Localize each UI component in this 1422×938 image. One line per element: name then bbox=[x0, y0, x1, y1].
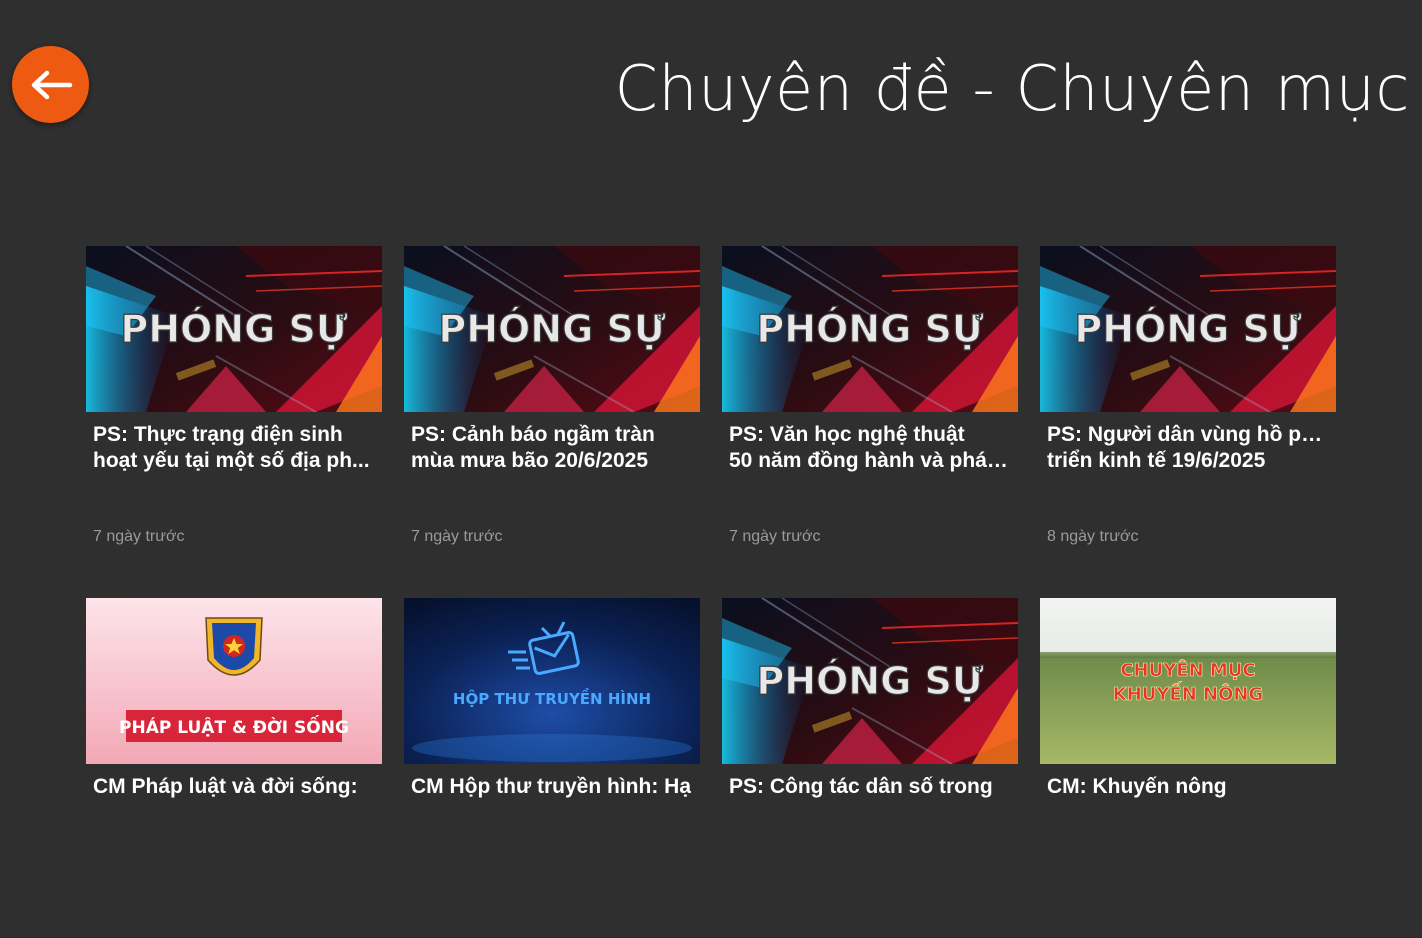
video-timestamp: 8 ngày trước bbox=[1047, 528, 1139, 545]
video-timestamp: 7 ngày trước bbox=[729, 528, 821, 545]
video-card[interactable]: PHÓNG SỰ PS: Người dân vùng hồ phát triể… bbox=[1040, 246, 1336, 586]
page-title: Chuyên đề - Chuyên mục bbox=[614, 52, 1410, 125]
video-title: PS: Thực trạng điện sinh hoạt yếu tại mộ… bbox=[93, 423, 370, 472]
video-thumbnail: HỘP THƯ TRUYỀN HÌNH bbox=[404, 598, 700, 764]
thumbnail-text: PHÓNG SỰ bbox=[438, 307, 666, 351]
video-thumbnail: PHÓNG SỰ bbox=[722, 598, 1018, 764]
video-thumbnail: PHÓNG SỰ bbox=[722, 246, 1018, 412]
video-title: PS: Cảnh báo ngầm tràn mùa mưa bão 20/6/… bbox=[411, 423, 655, 472]
thumbnail-text: PHÓNG SỰ bbox=[756, 659, 984, 703]
police-emblem-icon bbox=[205, 617, 263, 676]
video-timestamp: 7 ngày trước bbox=[411, 528, 503, 545]
video-thumbnail: PHÓNG SỰ bbox=[86, 246, 382, 412]
video-title: PS: Người dân vùng hồ phát triển kinh tế… bbox=[1047, 423, 1327, 472]
video-title: CM Hộp thư truyền hình: Hạ bbox=[411, 775, 691, 798]
video-card[interactable]: PHÓNG SỰ PS: Cảnh báo ngầm tràn mùa mưa … bbox=[404, 246, 700, 586]
video-timestamp: 7 ngày trước bbox=[93, 528, 185, 545]
video-thumbnail: PHÓNG SỰ bbox=[404, 246, 700, 412]
thumbnail-text: PHÓNG SỰ bbox=[756, 307, 984, 351]
video-title: CM: Khuyến nông bbox=[1047, 775, 1227, 798]
thumbnail-text: PHÓNG SỰ bbox=[120, 307, 348, 351]
video-card[interactable]: PHÓNG SỰ PS: Công tác dân số trong bbox=[722, 598, 1018, 938]
back-button[interactable] bbox=[12, 46, 89, 123]
video-thumbnail: PHÓNG SỰ bbox=[1040, 246, 1336, 412]
thumbnail-text: PHÁP LUẬT & ĐỜI SỐNG bbox=[119, 714, 349, 738]
video-title: CM Pháp luật và đời sống: bbox=[93, 775, 358, 798]
thumbnail-text: HỘP THƯ TRUYỀN HÌNH bbox=[453, 687, 651, 708]
thumbnail-text-line-1: CHUYÊN MỤC bbox=[1120, 659, 1255, 681]
video-title: PS: Công tác dân số trong bbox=[729, 775, 993, 798]
video-card[interactable]: PHÓNG SỰ PS: Văn học nghệ thuật 50 năm đ… bbox=[722, 246, 1018, 586]
video-title: PS: Văn học nghệ thuật 50 năm đồng hành … bbox=[729, 423, 1009, 472]
video-card[interactable]: CHUYÊN MỤC KHUYẾN NÔNG CM: Khuyến nông bbox=[1040, 598, 1336, 938]
video-card[interactable]: HỘP THƯ TRUYỀN HÌNH CM Hộp thư truyền hì… bbox=[404, 598, 700, 938]
video-thumbnail: CHUYÊN MỤC KHUYẾN NÔNG bbox=[1040, 598, 1336, 764]
video-thumbnail: PHÁP LUẬT & ĐỜI SỐNG bbox=[86, 598, 382, 764]
video-card[interactable]: PHÓNG SỰ PS: Thực trạng điện sinh hoạt y… bbox=[86, 246, 382, 586]
video-card[interactable]: PHÁP LUẬT & ĐỜI SỐNG CM Pháp luật và đời… bbox=[86, 598, 382, 938]
thumbnail-text: PHÓNG SỰ bbox=[1074, 307, 1302, 351]
thumbnail-text-line-2: KHUYẾN NÔNG bbox=[1113, 681, 1264, 705]
arrow-left-icon bbox=[31, 70, 72, 99]
